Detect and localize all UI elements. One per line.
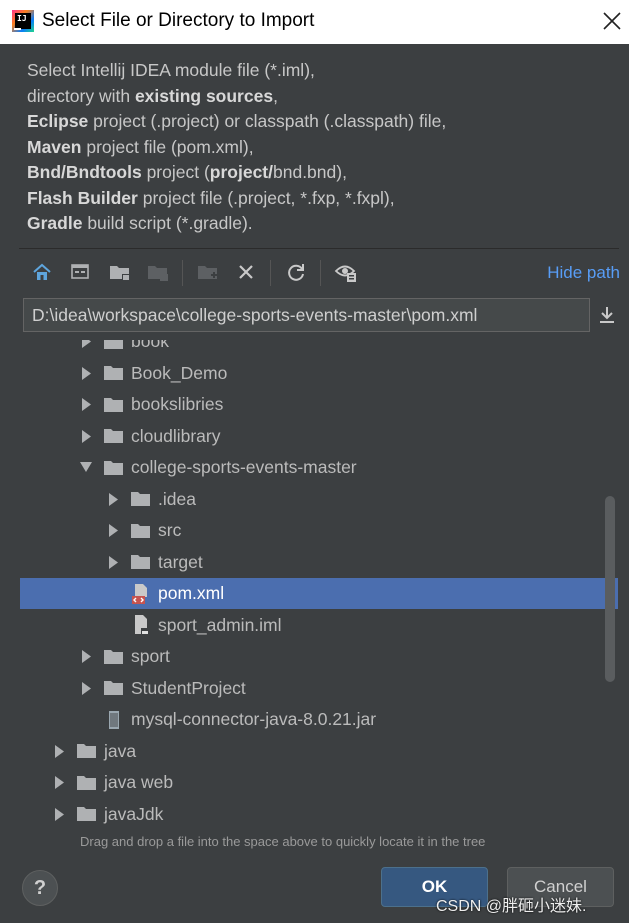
desktop-icon[interactable] [68,260,92,284]
help-button[interactable]: ? [22,870,58,906]
tree-row-label: cloudlibrary [131,425,221,446]
tree-row-label: bookslibries [131,394,224,414]
description-line: Select Intellij IDEA module file (*.iml)… [27,60,315,80]
tree-row-label: sport [131,646,170,666]
description-line: Bnd/Bndtools project (project/bnd.bnd), [27,162,347,182]
expand-arrow-icon[interactable] [52,736,66,767]
tree-row-label: book [131,340,169,351]
description-text: Select Intellij IDEA module file (*.iml)… [27,58,446,237]
tree-row-label: javaJdk [104,803,164,824]
tree-row[interactable]: javaJdk [20,799,618,830]
description-line: Eclipse project (.project) or classpath … [27,111,447,131]
folder-icon [103,340,125,357]
tree-row-label: java web [104,772,174,792]
intellij-logo-icon: IJ [12,10,34,32]
expand-arrow-icon[interactable] [79,673,93,704]
folder-icon [76,799,98,830]
tree-row-label: sport_admin.iml [158,614,282,635]
hide-path-link[interactable]: Hide path [547,263,620,283]
tree-row-label: java [104,740,137,761]
tree-row[interactable]: mysql-connector-java-8.0.21.jar [20,704,618,735]
description-line: Flash Builder project file (.project, *.… [27,187,395,208]
tree-row[interactable]: Book_Demo [20,358,618,389]
folder-icon [103,641,125,672]
expand-arrow-icon[interactable] [106,547,120,578]
tree-row-label: .idea [158,488,196,509]
description-line: Maven project file (pom.xml), [27,136,254,157]
expand-arrow-icon[interactable] [52,799,66,830]
window-title: Select File or Directory to Import [42,10,315,31]
folder-icon [130,484,152,515]
tree-row-label: college-sports-events-master [131,457,357,477]
drag-drop-hint: Drag and drop a file into the space abov… [80,834,486,849]
tree-row[interactable]: sport [20,641,618,672]
tree-row[interactable]: college-sports-events-master [20,452,618,483]
file-tree[interactable]: book Book_Demo bookslibries cloudlibrary col… [20,340,618,830]
tree-row[interactable]: pom.xml [20,578,618,609]
tree-row[interactable]: bookslibries [20,389,618,420]
folder-icon [103,673,125,704]
delete-icon[interactable] [234,260,258,284]
watermark: CSDN @胖砸小迷妹. [436,898,587,915]
new-folder-icon [196,260,220,284]
show-hidden-icon[interactable] [334,260,358,284]
folder-icon [103,358,125,389]
home-icon[interactable] [30,260,54,284]
tree-row[interactable]: target [20,547,618,578]
description-line: directory with existing sources, [27,85,278,106]
tree-row[interactable]: cloudlibrary [20,421,618,452]
expand-arrow-icon[interactable] [79,641,93,672]
tree-row-label: pom.xml [158,583,225,603]
folder-icon [103,389,125,420]
toolbar: Hide path [20,256,620,290]
path-input[interactable]: D:\idea\workspace\college-sports-events-… [23,298,590,332]
tree-row[interactable]: StudentProject [20,673,618,704]
folder-icon [130,515,152,546]
expand-arrow-icon[interactable] [52,767,66,798]
folder-icon [76,767,98,798]
expand-arrow-icon[interactable] [79,358,93,389]
expand-arrow-icon[interactable] [79,389,93,420]
expand-arrow-icon[interactable] [79,421,93,452]
expand-arrow-icon[interactable] [106,484,120,515]
tree-row[interactable]: java web [20,767,618,798]
refresh-icon[interactable] [284,260,308,284]
tree-row-label: Book_Demo [131,362,228,383]
folder-icon [76,736,98,767]
divider [19,248,619,249]
folder-icon [103,421,125,452]
tree-row-label: target [158,551,203,572]
tree-row[interactable]: java [20,736,618,767]
module-file-icon [130,610,152,641]
project-folder-icon[interactable] [108,260,132,284]
close-icon[interactable] [600,9,624,33]
logo-text: IJ [15,13,31,29]
expand-arrow-icon[interactable] [106,515,120,546]
module-folder-icon [146,260,170,284]
title-bar: IJ Select File or Directory to Import [0,0,629,44]
download-icon[interactable] [596,304,618,326]
description-line: Gradle build script (*.gradle). [27,213,253,233]
folder-icon [103,452,125,483]
tree-row[interactable]: sport_admin.iml [20,610,618,641]
jar-icon [103,704,125,735]
tree-scrollbar[interactable] [605,496,615,682]
tree-row-label: StudentProject [131,677,246,698]
collapse-arrow-icon[interactable] [79,452,93,483]
tree-row[interactable]: .idea [20,484,618,515]
tree-row[interactable]: src [20,515,618,546]
folder-icon [130,547,152,578]
tree-row-label: src [158,520,182,540]
tree-row[interactable]: book [20,340,618,357]
maven-file-icon [130,578,152,609]
expand-arrow-icon[interactable] [79,340,93,357]
tree-row-label: mysql-connector-java-8.0.21.jar [131,709,377,729]
